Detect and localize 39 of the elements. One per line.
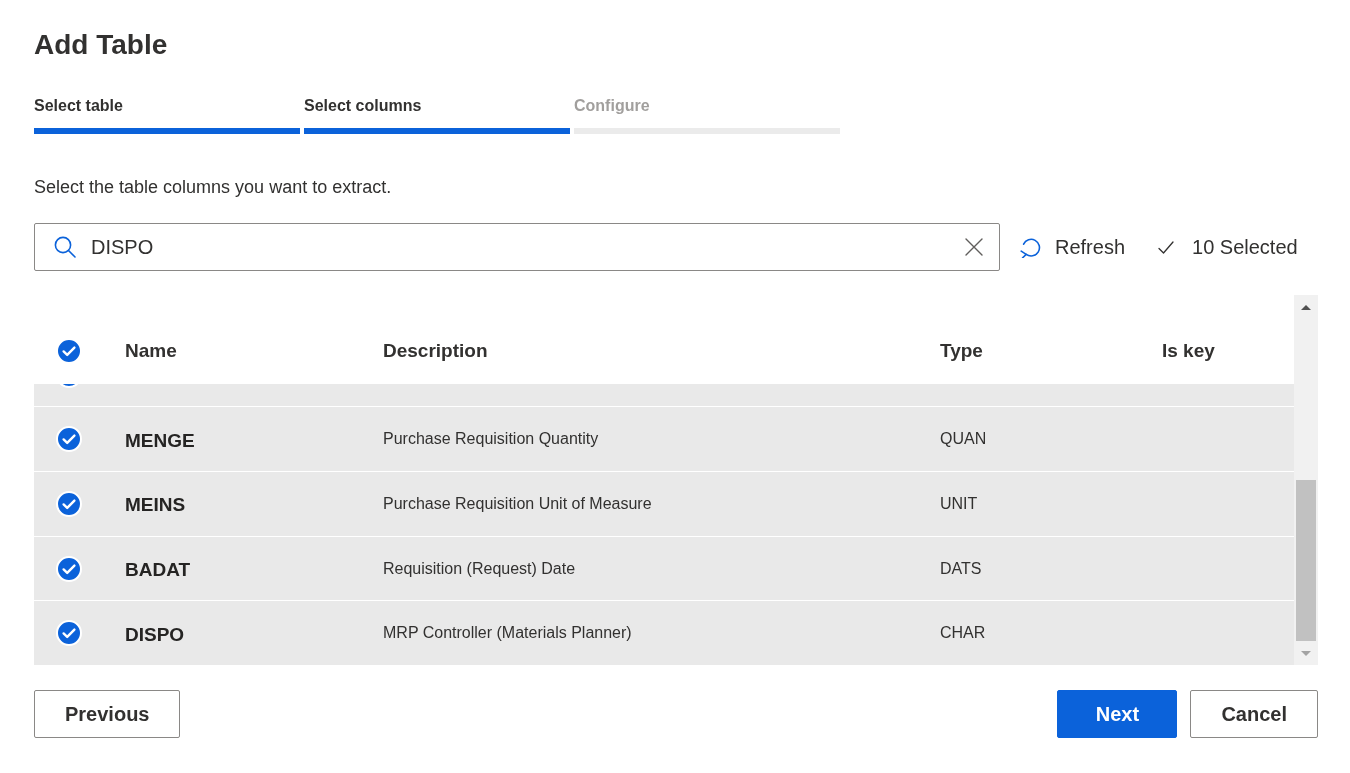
checkmark-icon — [1158, 239, 1175, 255]
table-cell-text: MENGE — [125, 428, 195, 452]
checkbox[interactable] — [56, 338, 82, 365]
table-cell: CHAR — [940, 624, 986, 643]
next-button[interactable]: Next — [1057, 690, 1178, 738]
selection-count: 10 Selected — [1192, 235, 1298, 259]
wizard-step: Select columns — [304, 96, 570, 134]
cancel-button[interactable]: Cancel — [1190, 690, 1318, 738]
previous-button[interactable]: Previous — [34, 690, 181, 738]
column-header[interactable]: Is key — [1162, 340, 1215, 363]
refresh-button[interactable]: Refresh — [1020, 235, 1126, 259]
dialog-title: Add Table — [34, 28, 169, 62]
checkbox[interactable] — [56, 426, 82, 453]
table-cell: QUAN — [940, 430, 987, 449]
column-header[interactable]: Type — [940, 340, 983, 363]
table-cell: MRP Controller (Materials Planner) — [383, 624, 632, 643]
search-icon — [54, 236, 76, 258]
table-cell-text: BADAT — [125, 558, 191, 582]
refresh-icon — [1020, 236, 1042, 258]
scrollbar[interactable] — [1294, 295, 1318, 665]
scroll-up-icon[interactable] — [1301, 305, 1311, 310]
table-cell: DATS — [940, 559, 982, 578]
checkbox[interactable] — [56, 620, 82, 647]
table-cell: Purchase Requisition Quantity — [383, 430, 599, 449]
column-header[interactable]: Description — [383, 340, 488, 363]
checkbox[interactable] — [56, 490, 82, 517]
search-field[interactable]: DISPO — [34, 223, 1000, 271]
table-cell: Purchase Requisition Unit of Measure — [383, 494, 652, 513]
table-cell: Requisition (Request) Date — [383, 559, 576, 578]
table-cell: UNIT — [940, 494, 978, 513]
table-cell-text: DISPO — [125, 622, 185, 646]
wizard-step: Select table — [34, 96, 300, 134]
scrollbar-thumb[interactable] — [1296, 480, 1316, 641]
table-cell-text: MEINS — [125, 493, 186, 517]
instruction-text: Select the table columns you want to extract. — [34, 176, 393, 198]
clear-icon[interactable] — [965, 238, 983, 256]
column-header[interactable]: Name — [125, 340, 177, 363]
checkbox[interactable] — [56, 555, 82, 582]
wizard-step: Configure — [574, 96, 840, 134]
